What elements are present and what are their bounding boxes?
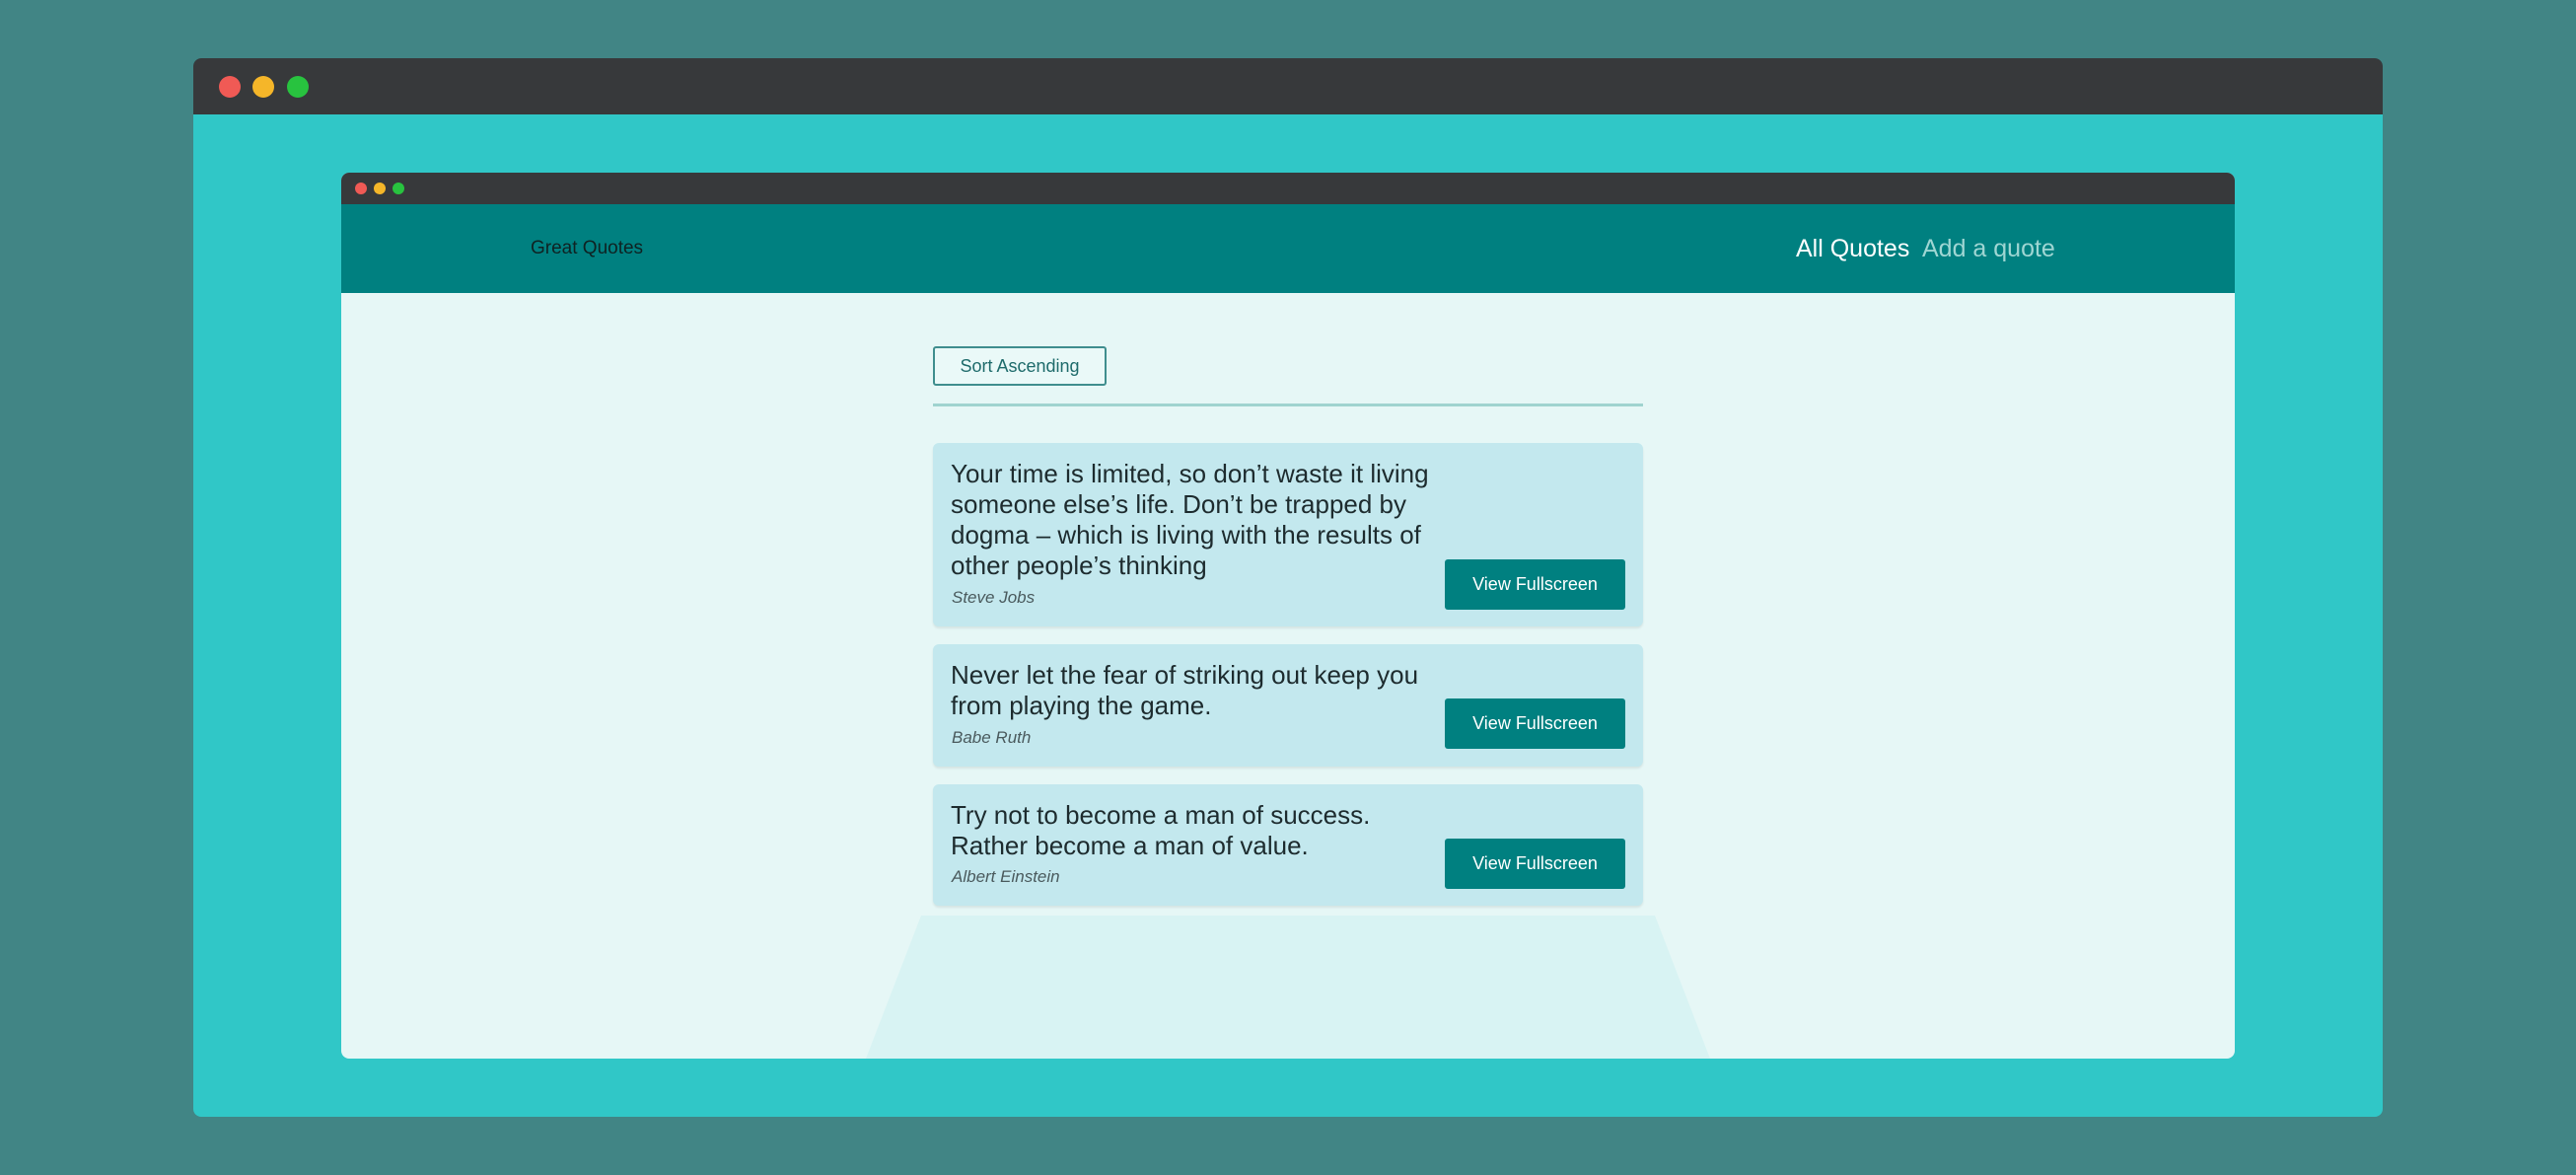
quote-author: Babe Ruth xyxy=(952,728,1032,747)
nav-all-quotes-link[interactable]: All Quotes xyxy=(1796,235,1909,263)
app-close-icon[interactable] xyxy=(355,183,367,194)
app-minimize-icon[interactable] xyxy=(374,183,386,194)
app-titlebar xyxy=(341,173,2235,204)
app-maximize-icon[interactable] xyxy=(393,183,404,194)
minimize-window-icon[interactable] xyxy=(252,76,274,98)
view-fullscreen-button[interactable]: View Fullscreen xyxy=(1445,559,1625,610)
browser-titlebar xyxy=(193,58,2383,114)
quote-author: Albert Einstein xyxy=(952,867,1060,886)
quote-card: Try not to become a man of success. Rath… xyxy=(933,784,1643,906)
view-fullscreen-button[interactable]: View Fullscreen xyxy=(1445,839,1625,889)
brand-title: Great Quotes xyxy=(531,238,644,258)
quote-card: Your time is limited, so don’t waste it … xyxy=(933,443,1643,626)
quote-text: Your time is limited, so don’t waste it … xyxy=(951,459,1429,580)
quote-card: Never let the fear of striking out keep … xyxy=(933,644,1643,767)
view-fullscreen-button[interactable]: View Fullscreen xyxy=(1445,698,1625,749)
app-window: Great Quotes All Quotes Add a quote Sort… xyxy=(341,173,2235,1059)
browser-window: Great Quotes All Quotes Add a quote Sort… xyxy=(193,58,2383,1117)
quote-author: Steve Jobs xyxy=(952,588,1036,607)
divider xyxy=(933,404,1643,406)
quote-text: Never let the fear of striking out keep … xyxy=(951,660,1419,720)
sort-ascending-button[interactable]: Sort Ascending xyxy=(933,346,1107,386)
maximize-window-icon[interactable] xyxy=(287,76,309,98)
close-window-icon[interactable] xyxy=(219,76,241,98)
navbar: Great Quotes All Quotes Add a quote xyxy=(341,204,2235,293)
quote-text: Try not to become a man of success. Rath… xyxy=(951,800,1371,860)
nav-add-quote-link[interactable]: Add a quote xyxy=(1922,235,2055,263)
